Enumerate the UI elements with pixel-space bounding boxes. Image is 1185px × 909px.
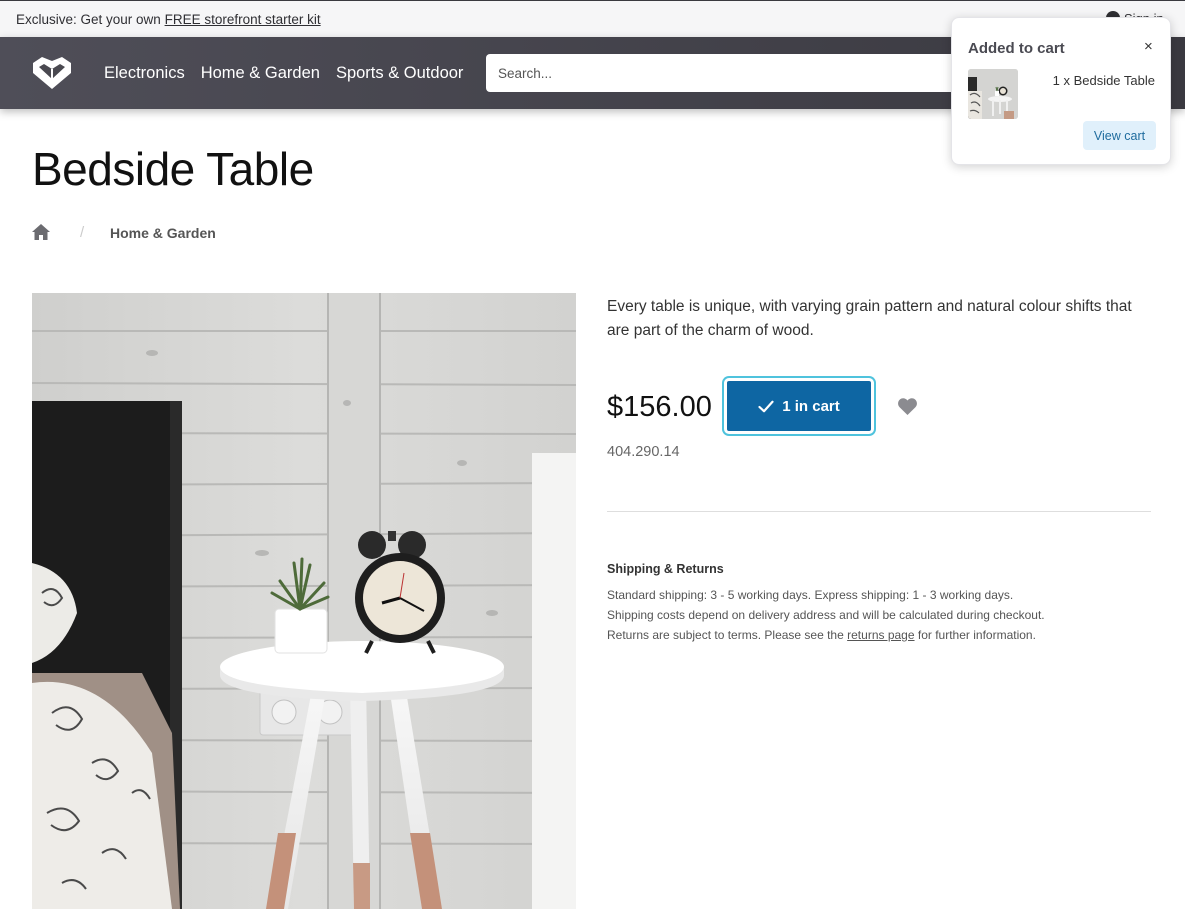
in-cart-button[interactable]: 1 in cart (724, 378, 874, 434)
product-image (32, 293, 576, 909)
product-sku: 404.290.14 (607, 444, 680, 460)
breadcrumb-home-garden[interactable]: Home & Garden (110, 225, 216, 241)
product-price: $156.00 (607, 391, 712, 423)
shipping-title: Shipping & Returns (607, 562, 724, 576)
nav-item-home-garden[interactable]: Home & Garden (201, 64, 320, 83)
added-to-cart-toast: Added to cart × 1 x Bedside Table View c… (951, 17, 1171, 165)
heart-icon[interactable] (898, 398, 917, 415)
toast-product-thumbnail (968, 69, 1018, 119)
promo-prefix: Exclusive: Get your own (16, 12, 161, 27)
logo-icon[interactable] (33, 57, 71, 89)
nav-item-electronics[interactable]: Electronics (104, 64, 185, 83)
returns-suffix: for further information. (917, 628, 1036, 642)
returns-page-link[interactable]: returns page (847, 628, 914, 642)
promo-text: Exclusive: Get your own FREE storefront … (16, 12, 321, 27)
product-description: Every table is unique, with varying grai… (607, 298, 1132, 339)
shipping-line-3: Returns are subject to terms. Please see… (607, 625, 1045, 645)
check-icon (758, 400, 774, 412)
in-cart-label: 1 in cart (782, 397, 840, 415)
shipping-line-2: Shipping costs depend on delivery addres… (607, 608, 1045, 622)
shipping-info: Standard shipping: 3 - 5 working days. E… (607, 585, 1045, 645)
search-input[interactable] (486, 54, 1006, 92)
page-title: Bedside Table (32, 143, 314, 195)
home-icon[interactable] (32, 224, 50, 240)
toast-item-text: 1 x Bedside Table (1052, 73, 1155, 88)
nav-item-sports-outdoor[interactable]: Sports & Outdoor (336, 64, 463, 83)
returns-prefix: Returns are subject to terms. Please see… (607, 628, 844, 642)
close-icon[interactable]: × (1144, 38, 1153, 55)
main-nav: Electronics Home & Garden Sports & Outdo… (104, 64, 463, 83)
promo-link[interactable]: FREE storefront starter kit (165, 12, 321, 27)
divider (607, 511, 1151, 512)
shipping-line-1: Standard shipping: 3 - 5 working days. E… (607, 588, 1014, 602)
toast-title: Added to cart (968, 40, 1065, 57)
breadcrumb-separator: / (80, 224, 85, 241)
view-cart-button[interactable]: View cart (1083, 121, 1156, 150)
